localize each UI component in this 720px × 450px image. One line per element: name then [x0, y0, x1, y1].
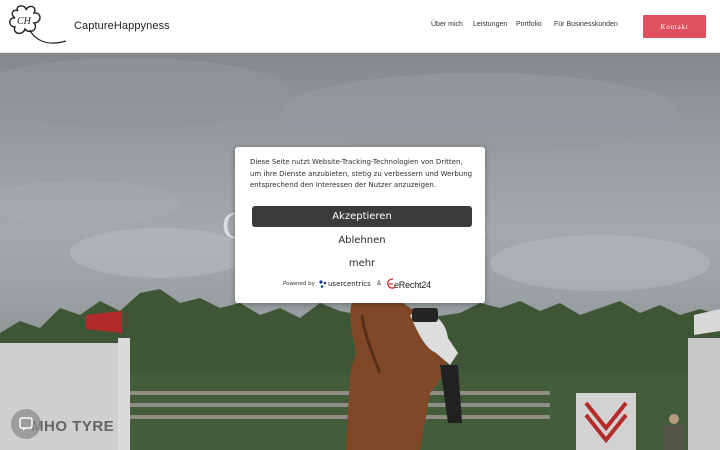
ampersand: &: [377, 281, 382, 287]
nav-item-ueber-mich[interactable]: Über mich: [431, 21, 463, 28]
site-header: CH CaptureHappyness Über mich Leistungen…: [0, 0, 720, 53]
logo-initials: CH: [17, 16, 32, 27]
nav-item-businesskunden[interactable]: Für Businesskunden: [554, 21, 618, 28]
nav-item-portfolio[interactable]: Portfolio: [516, 21, 542, 28]
nav-item-leistungen[interactable]: Leistungen: [473, 21, 507, 28]
erecht24-link[interactable]: eRecht24: [394, 280, 431, 290]
consent-text: Diese Seite nutzt Website-Tracking-Techn…: [250, 158, 473, 189]
logo-clover-icon[interactable]: CH: [6, 3, 68, 49]
usercentrics-link[interactable]: usercentrics: [328, 280, 371, 288]
more-button[interactable]: mehr: [252, 253, 472, 273]
usercentrics-icon: [319, 280, 327, 288]
brand-name[interactable]: CaptureHappyness: [74, 20, 170, 32]
decline-button[interactable]: Ablehnen: [252, 230, 472, 250]
chat-icon: [19, 417, 33, 431]
powered-by-label: Powered by: [283, 281, 315, 287]
contact-button[interactable]: Kontakt: [643, 15, 706, 38]
cookie-consent-dialog: Diese Seite nutzt Website-Tracking-Techn…: [235, 147, 485, 303]
accept-button[interactable]: Akzeptieren: [252, 206, 472, 227]
chat-button[interactable]: [11, 409, 41, 439]
